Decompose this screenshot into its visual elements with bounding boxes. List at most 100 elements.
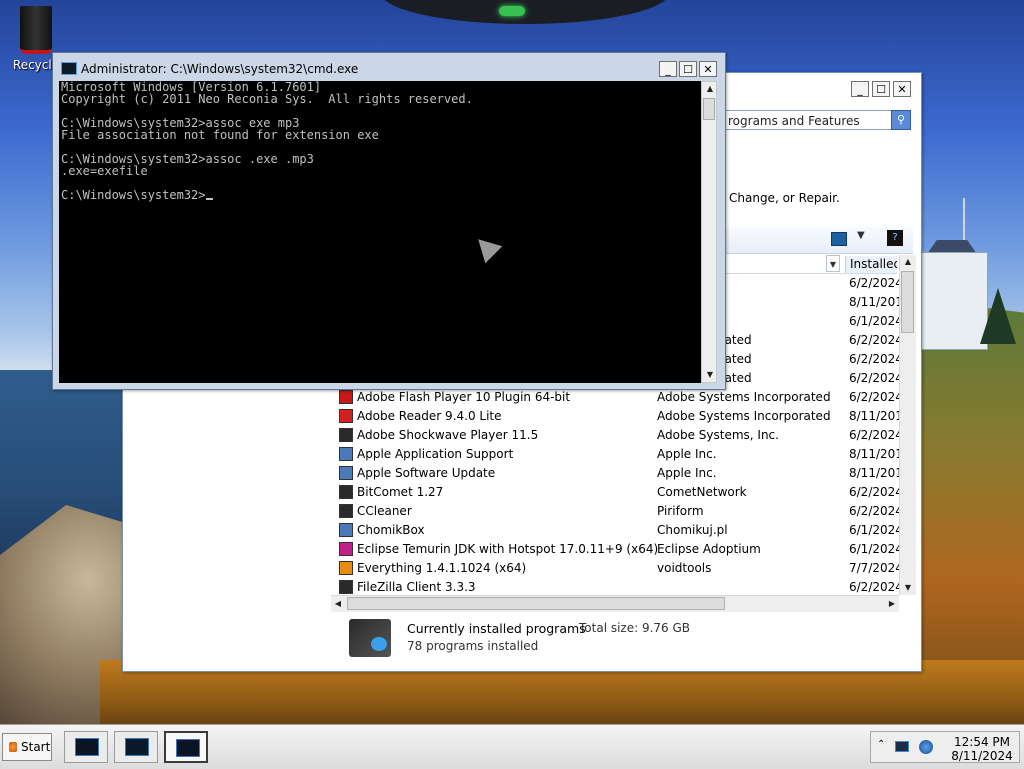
tray-expand-icon[interactable]: ⌃ xyxy=(877,739,885,750)
search-input[interactable]: rograms and Features xyxy=(723,110,911,130)
program-publisher: voidtools xyxy=(657,561,712,575)
program-installed-date: 8/11/2011 xyxy=(849,466,899,480)
program-installed-date: 6/1/2024 xyxy=(849,542,899,556)
program-publisher: Apple Inc. xyxy=(657,466,717,480)
program-installed-date: 6/2/2024 xyxy=(849,352,899,366)
console-line: Copyright (c) 2011 Neo Reconia Sys. All … xyxy=(59,93,701,105)
notch-led-icon xyxy=(499,6,525,16)
console-line: File association not found for extension… xyxy=(59,129,701,141)
program-installed-date: 6/1/2024 xyxy=(849,523,899,537)
program-row[interactable]: Eclipse Temurin JDK with Hotspot 17.0.11… xyxy=(331,540,899,559)
scroll-right-icon[interactable]: ▶ xyxy=(885,596,899,612)
start-button[interactable]: Start xyxy=(2,733,52,761)
program-icon xyxy=(339,485,353,499)
scroll-down-icon[interactable]: ▼ xyxy=(900,581,916,595)
volume-icon[interactable] xyxy=(919,740,933,754)
start-logo-icon xyxy=(9,742,17,752)
clock-time[interactable]: 12:54 PM xyxy=(947,735,1017,749)
pf-close-button[interactable]: ✕ xyxy=(893,81,911,97)
scroll-thumb[interactable] xyxy=(901,271,914,333)
view-dropdown-arrow-icon[interactable]: ▼ xyxy=(857,230,865,241)
console-line-text: File association not found for extension… xyxy=(61,128,379,142)
pf-maximize-button[interactable]: ☐ xyxy=(872,81,890,97)
scroll-up-icon[interactable]: ▲ xyxy=(900,255,916,269)
program-icon xyxy=(339,409,353,423)
program-installed-date: 6/2/2024 xyxy=(849,371,899,385)
console-output[interactable]: Microsoft Windows [Version 6.1.7601] Copy… xyxy=(59,81,701,383)
program-installed-date: 6/1/2024 xyxy=(849,314,899,328)
program-icon xyxy=(339,428,353,442)
cmd-maximize-button[interactable]: ☐ xyxy=(679,61,697,77)
program-icon xyxy=(339,561,353,575)
program-installed-date: 6/2/2024 xyxy=(849,333,899,347)
clock-date[interactable]: 8/11/2024 xyxy=(947,749,1017,763)
cmd-close-button[interactable]: ✕ xyxy=(699,61,717,77)
program-row[interactable]: Apple Application Support Apple Inc. 8/11/… xyxy=(331,445,899,464)
program-row[interactable]: Adobe Reader 9.4.0 Lite Adobe Systems Inc… xyxy=(331,407,899,426)
program-row[interactable]: Adobe Shockwave Player 11.5 Adobe Systems… xyxy=(331,426,899,445)
program-row[interactable]: Apple Software Update Apple Inc. 8/11/2011 xyxy=(331,464,899,483)
status-title: Currently installed programs xyxy=(407,621,586,636)
console-line-text: Copyright (c) 2011 Neo Reconia Sys. All … xyxy=(61,92,473,106)
taskbar-app-explorer[interactable] xyxy=(64,731,108,763)
taskbar-app-monitor[interactable] xyxy=(114,731,158,763)
column-installed-on[interactable]: Installed... xyxy=(845,256,897,273)
program-publisher: Adobe Systems Incorporated xyxy=(657,409,831,423)
explorer-app-icon xyxy=(75,738,99,756)
console-scroll-up-icon[interactable]: ▲ xyxy=(702,82,718,96)
start-label: Start xyxy=(21,740,51,754)
program-icon xyxy=(339,542,353,556)
programs-status-bar: Currently installed programs Total size:… xyxy=(331,613,913,663)
program-name: Adobe Reader 9.4.0 Lite xyxy=(357,409,502,423)
program-publisher: Adobe Systems Incorporated xyxy=(657,390,831,404)
program-installed-date: 6/2/2024 xyxy=(849,390,899,404)
program-name: FileZilla Client 3.3.3 xyxy=(357,580,476,594)
program-installed-date: 6/2/2024 xyxy=(849,580,899,594)
program-row[interactable]: BitComet 1.27 CometNetwork 6/2/2024 xyxy=(331,483,899,502)
program-name: ChomikBox xyxy=(357,523,425,537)
program-installed-date: 8/11/2011 xyxy=(849,295,899,309)
view-options-icon[interactable] xyxy=(831,232,847,246)
column-filter-dropdown-icon[interactable]: ▼ xyxy=(826,255,840,272)
program-publisher: Adobe Systems, Inc. xyxy=(657,428,779,442)
program-publisher: CometNetwork xyxy=(657,485,747,499)
program-name: Adobe Shockwave Player 11.5 xyxy=(357,428,539,442)
program-installed-date: 6/2/2024 xyxy=(849,485,899,499)
program-icon xyxy=(339,390,353,404)
horizontal-scroll-thumb[interactable] xyxy=(347,597,725,610)
program-name: Eclipse Temurin JDK with Hotspot 17.0.11… xyxy=(357,542,659,556)
program-row[interactable]: ChomikBox Chomikuj.pl 6/1/2024 xyxy=(331,521,899,540)
program-row[interactable]: FileZilla Client 3.3.3 6/2/2024 xyxy=(331,578,899,595)
cmd-minimize-button[interactable]: _ xyxy=(659,61,677,77)
program-list-vertical-scrollbar[interactable]: ▲ ▼ xyxy=(899,255,916,595)
program-icon xyxy=(339,447,353,461)
network-icon[interactable] xyxy=(895,741,909,752)
cmd-app-icon xyxy=(176,739,200,757)
console-scroll-down-icon[interactable]: ▼ xyxy=(702,368,718,382)
program-row[interactable]: Adobe Flash Player 10 Plugin 64-bit Adobe… xyxy=(331,388,899,407)
program-publisher: Apple Inc. xyxy=(657,447,717,461)
scroll-left-icon[interactable]: ◀ xyxy=(331,596,345,612)
program-installed-date: 8/11/2011 xyxy=(849,447,899,461)
program-row[interactable]: CCleaner Piriform 6/2/2024 xyxy=(331,502,899,521)
recycle-bin-icon xyxy=(20,6,52,54)
pf-minimize-button[interactable]: _ xyxy=(851,81,869,97)
console-line-text: .exe=exefile xyxy=(61,164,148,178)
program-icon xyxy=(339,504,353,518)
console-vertical-scrollbar[interactable]: ▲ ▼ xyxy=(701,81,717,383)
cmd-window[interactable]: Administrator: C:\Windows\system32\cmd.e… xyxy=(52,52,726,390)
wallpaper-house xyxy=(918,252,988,350)
program-icon xyxy=(339,580,353,594)
program-name: Everything 1.4.1.1024 (x64) xyxy=(357,561,527,575)
program-list-horizontal-scrollbar[interactable]: ◀ ▶ xyxy=(331,595,899,612)
program-row[interactable]: Everything 1.4.1.1024 (x64) voidtools 7/7/… xyxy=(331,559,899,578)
taskbar-app-cmd[interactable] xyxy=(164,731,208,763)
program-name: CCleaner xyxy=(357,504,412,518)
search-icon[interactable]: ⚲ xyxy=(891,110,911,130)
help-icon[interactable]: ? xyxy=(887,230,903,246)
console-scroll-thumb[interactable] xyxy=(703,98,715,120)
installed-programs-icon xyxy=(349,619,391,657)
program-icon xyxy=(339,523,353,537)
cmd-window-title: Administrator: C:\Windows\system32\cmd.e… xyxy=(81,62,359,76)
system-tray: ⌃ 12:54 PM 8/11/2024 xyxy=(870,731,1020,763)
